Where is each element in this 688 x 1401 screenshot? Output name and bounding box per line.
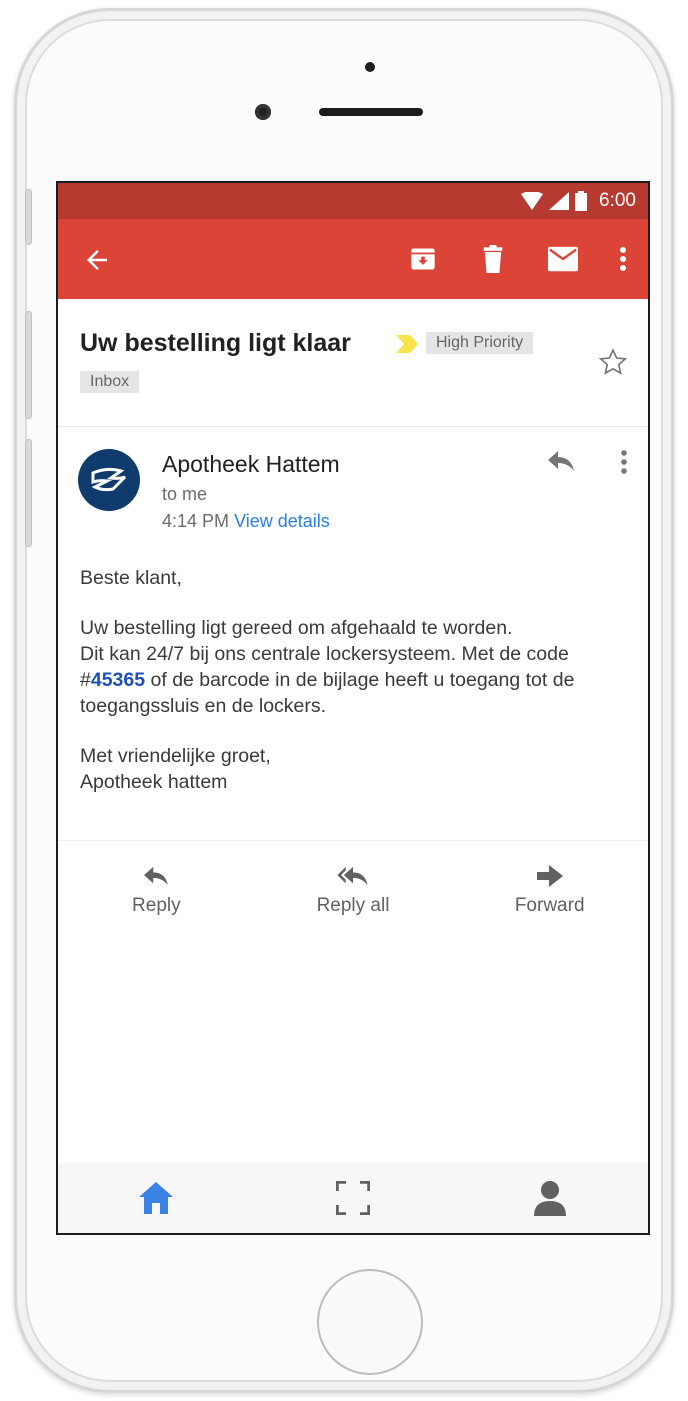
body-line-2: Dit kan 24/7 bij ons centrale lockersyst… <box>80 643 569 665</box>
sender-name: Apotheek Hattem <box>162 451 340 477</box>
back-button[interactable] <box>82 245 112 275</box>
pharmacy-logo-icon <box>91 467 127 492</box>
archive-button[interactable] <box>408 243 438 275</box>
nav-scan[interactable] <box>333 1178 373 1218</box>
body-greeting: Beste klant, <box>80 567 182 589</box>
locker-code: 45365 <box>90 669 146 691</box>
app-bar <box>58 219 648 299</box>
code-hash: # <box>80 669 91 691</box>
email-body: Beste klant, Uw bestelling ligt gereed o… <box>58 557 648 841</box>
status-bar: 6:00 <box>58 183 648 219</box>
reply-icon <box>144 866 169 886</box>
sender-header: Apotheek Hattem to me 4:14 PM View detai… <box>58 427 648 557</box>
battery-icon <box>575 191 588 211</box>
trash-icon <box>483 245 503 273</box>
reply-all-label: Reply all <box>316 895 390 916</box>
body-signature: Apotheek hattem <box>80 771 228 793</box>
archive-icon <box>411 248 435 270</box>
signal-icon <box>549 192 570 210</box>
body-line-3: of de barcode in de bijlage heeft u toeg… <box>80 669 575 717</box>
label-high-priority[interactable]: High Priority <box>426 332 534 354</box>
email-subject: Uw bestelling ligt klaar <box>80 329 351 357</box>
home-button[interactable] <box>317 1269 423 1375</box>
more-options-button[interactable] <box>618 243 628 275</box>
view-details-link[interactable]: View details <box>234 511 330 531</box>
front-camera <box>255 104 271 120</box>
nav-profile[interactable] <box>530 1178 570 1218</box>
body-closing: Met vriendelijke groet, <box>80 745 271 767</box>
body-line-1: Uw bestelling ligt gereed om afgehaald t… <box>80 617 513 639</box>
delete-button[interactable] <box>478 243 508 275</box>
mute-switch <box>25 189 32 245</box>
wifi-icon <box>521 192 544 210</box>
nav-home[interactable] <box>136 1178 176 1218</box>
mail-icon <box>548 246 578 272</box>
person-icon <box>533 1181 566 1216</box>
reply-all-icon <box>337 866 368 886</box>
earpiece-speaker <box>319 108 423 116</box>
recipient-line: to me <box>162 484 208 504</box>
priority-marker-icon <box>396 335 418 353</box>
more-vert-icon <box>620 247 626 271</box>
star-icon[interactable] <box>598 347 628 377</box>
reply-button[interactable]: Reply <box>58 841 255 993</box>
body-closing-block: Met vriendelijke groet, Apotheek hattem <box>80 743 626 795</box>
scan-icon <box>335 1181 370 1215</box>
body-paragraph: Uw bestelling ligt gereed om afgehaald t… <box>80 615 626 719</box>
reply-actions-bar: Reply Reply all Forward <box>58 841 648 993</box>
subject-header: Uw bestelling ligt klaar High Priority I… <box>58 299 648 427</box>
proximity-sensor <box>365 62 375 72</box>
reply-all-button[interactable]: Reply all <box>255 841 452 993</box>
status-time: 6:00 <box>599 190 636 211</box>
volume-down-button <box>25 439 32 547</box>
forward-icon <box>536 865 563 887</box>
volume-up-button <box>25 311 32 419</box>
email-time: 4:14 PM <box>162 511 230 531</box>
label-inbox[interactable]: Inbox <box>80 371 140 393</box>
sender-avatar[interactable] <box>78 449 140 511</box>
home-icon <box>139 1182 174 1214</box>
reply-icon[interactable] <box>546 449 576 473</box>
screen: 6:00 Uw bestelling ligt klaar High Prior… <box>56 181 650 1235</box>
reply-label: Reply <box>132 895 181 916</box>
back-arrow-icon <box>87 250 107 270</box>
forward-label: Forward <box>514 895 585 916</box>
time-line: 4:14 PM View details <box>162 511 330 532</box>
message-more-icon[interactable] <box>620 449 628 475</box>
forward-button[interactable]: Forward <box>451 841 648 993</box>
bottom-navigation <box>58 1163 648 1233</box>
mark-unread-button[interactable] <box>548 243 578 275</box>
